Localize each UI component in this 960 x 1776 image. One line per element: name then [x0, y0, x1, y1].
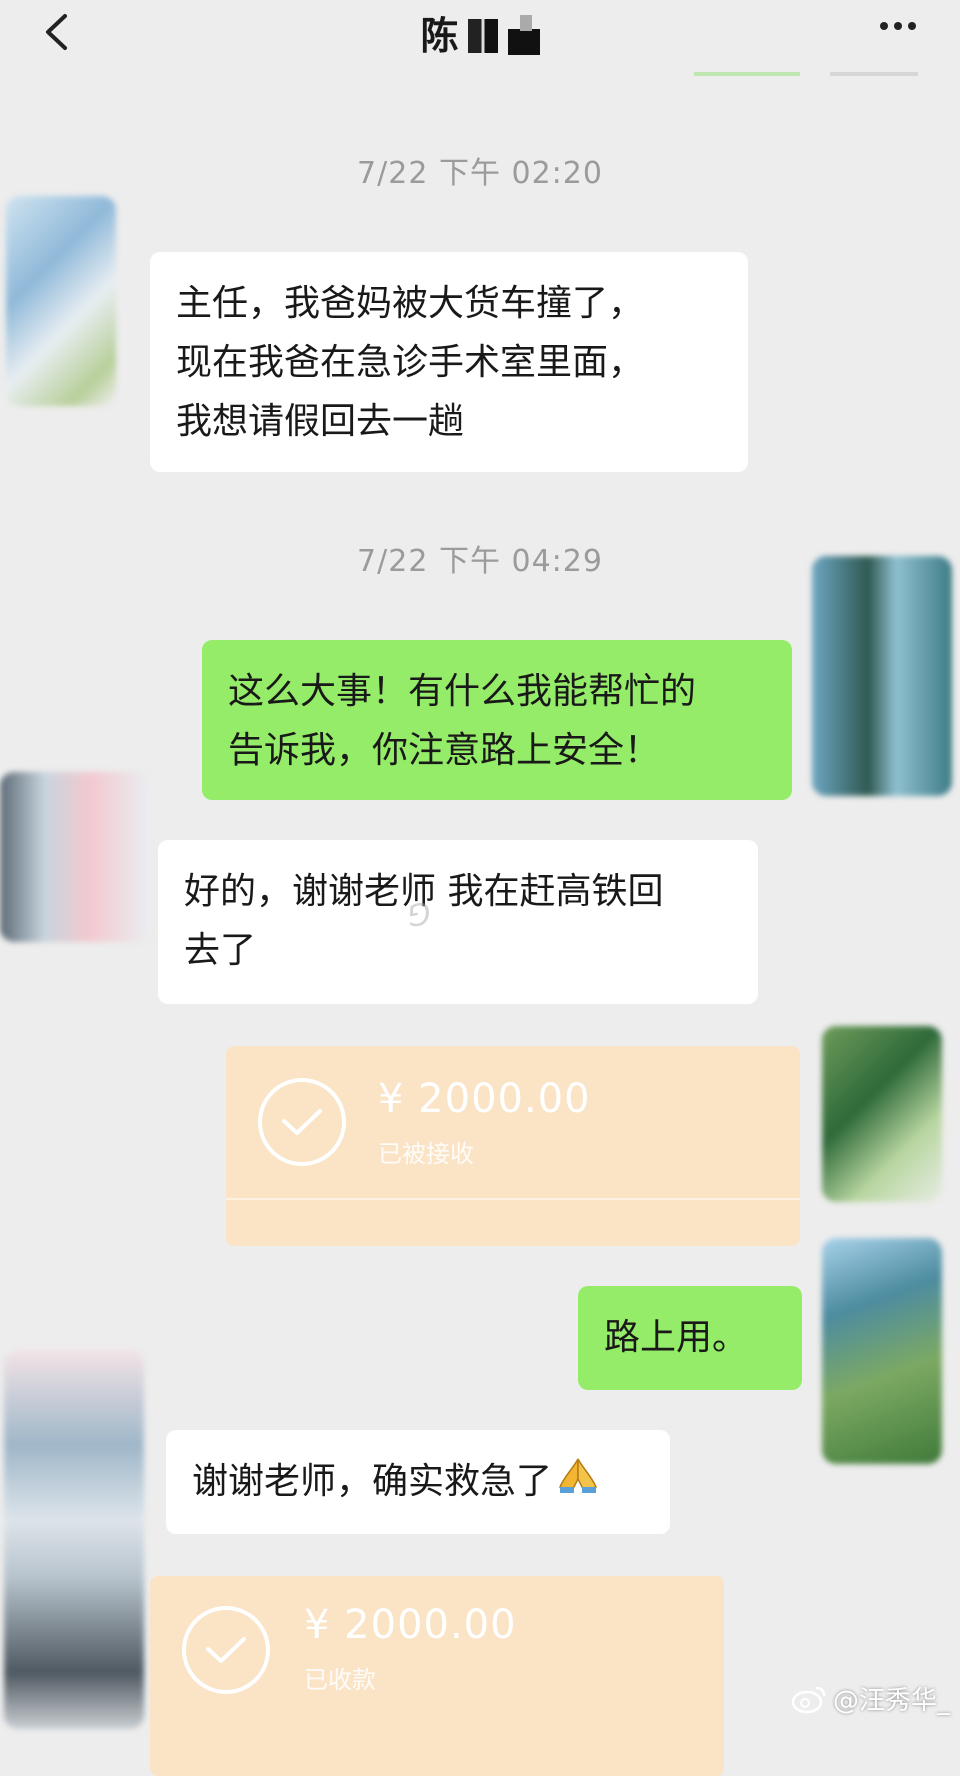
redaction-mark [467, 19, 498, 53]
transfer-status: 已收款 [304, 1666, 376, 1694]
message-text: 主任，我爸妈被大货车撞了， 现在我爸在急诊手术室里面， 我想请假回去一趟 [176, 283, 645, 442]
message-text: 路上用。 [604, 1317, 749, 1358]
header-underline [830, 72, 918, 76]
prayer-hands-icon [556, 1454, 600, 1513]
contact-avatar[interactable] [6, 196, 116, 406]
chat-header: 陈 [0, 0, 960, 72]
check-circle-icon [258, 1078, 346, 1166]
message-text: 谢谢老师，确实救急了 [192, 1461, 553, 1502]
message-bubble[interactable]: 这么大事！有什么我能帮忙的 告诉我，你注意路上安全！ [202, 640, 792, 800]
transfer-card[interactable]: ¥ 2000.00 已被接收 [226, 1046, 800, 1246]
check-circle-icon [182, 1606, 270, 1694]
chat-title: 陈 [0, 14, 960, 58]
prayer-hands-glyph [559, 1458, 598, 1493]
stamp-mark-icon: ꓨ [405, 897, 433, 935]
more-dot [894, 22, 902, 30]
message-text: 这么大事！有什么我能帮忙的 告诉我，你注意路上安全！ [228, 671, 697, 771]
message-line: 谢谢老师，确实救急了 [192, 1452, 644, 1513]
message-bubble[interactable]: 谢谢老师，确实救急了 [166, 1430, 670, 1534]
contact-name: 陈 [420, 14, 460, 58]
self-avatar[interactable] [822, 1238, 942, 1464]
message-bubble[interactable]: 路上用。 [578, 1286, 802, 1390]
timestamp: 7/22 下午 02:20 [357, 156, 603, 191]
message-bubble[interactable]: 主任，我爸妈被大货车撞了， 现在我爸在急诊手术室里面， 我想请假回去一趟 [150, 252, 748, 472]
check-mark [206, 1637, 246, 1663]
more-dot [908, 22, 916, 30]
check-mark [282, 1109, 322, 1135]
self-avatar[interactable] [812, 556, 952, 796]
transfer-card[interactable]: ¥ 2000.00 已收款 [150, 1576, 724, 1776]
contact-avatar[interactable] [0, 772, 150, 942]
watermark: @汪秀华_ [791, 1680, 950, 1717]
header-underline [694, 72, 800, 76]
more-button[interactable] [880, 22, 916, 30]
self-avatar[interactable] [822, 1026, 942, 1202]
more-horizontal-icon [880, 22, 888, 30]
watermark-text: @汪秀华_ [832, 1686, 950, 1716]
watermark-stamp: ꓨ [405, 887, 481, 944]
svg-text:ꓨ: ꓨ [405, 897, 433, 935]
redaction-mark [507, 15, 540, 55]
transfer-status: 已被接收 [378, 1140, 474, 1168]
contact-avatar[interactable] [4, 1350, 144, 1729]
transfer-amount: ¥ 2000.00 [304, 1602, 517, 1648]
transfer-amount: ¥ 2000.00 [378, 1076, 591, 1122]
transfer-divider [226, 1198, 800, 1200]
weibo-icon [791, 1686, 826, 1713]
